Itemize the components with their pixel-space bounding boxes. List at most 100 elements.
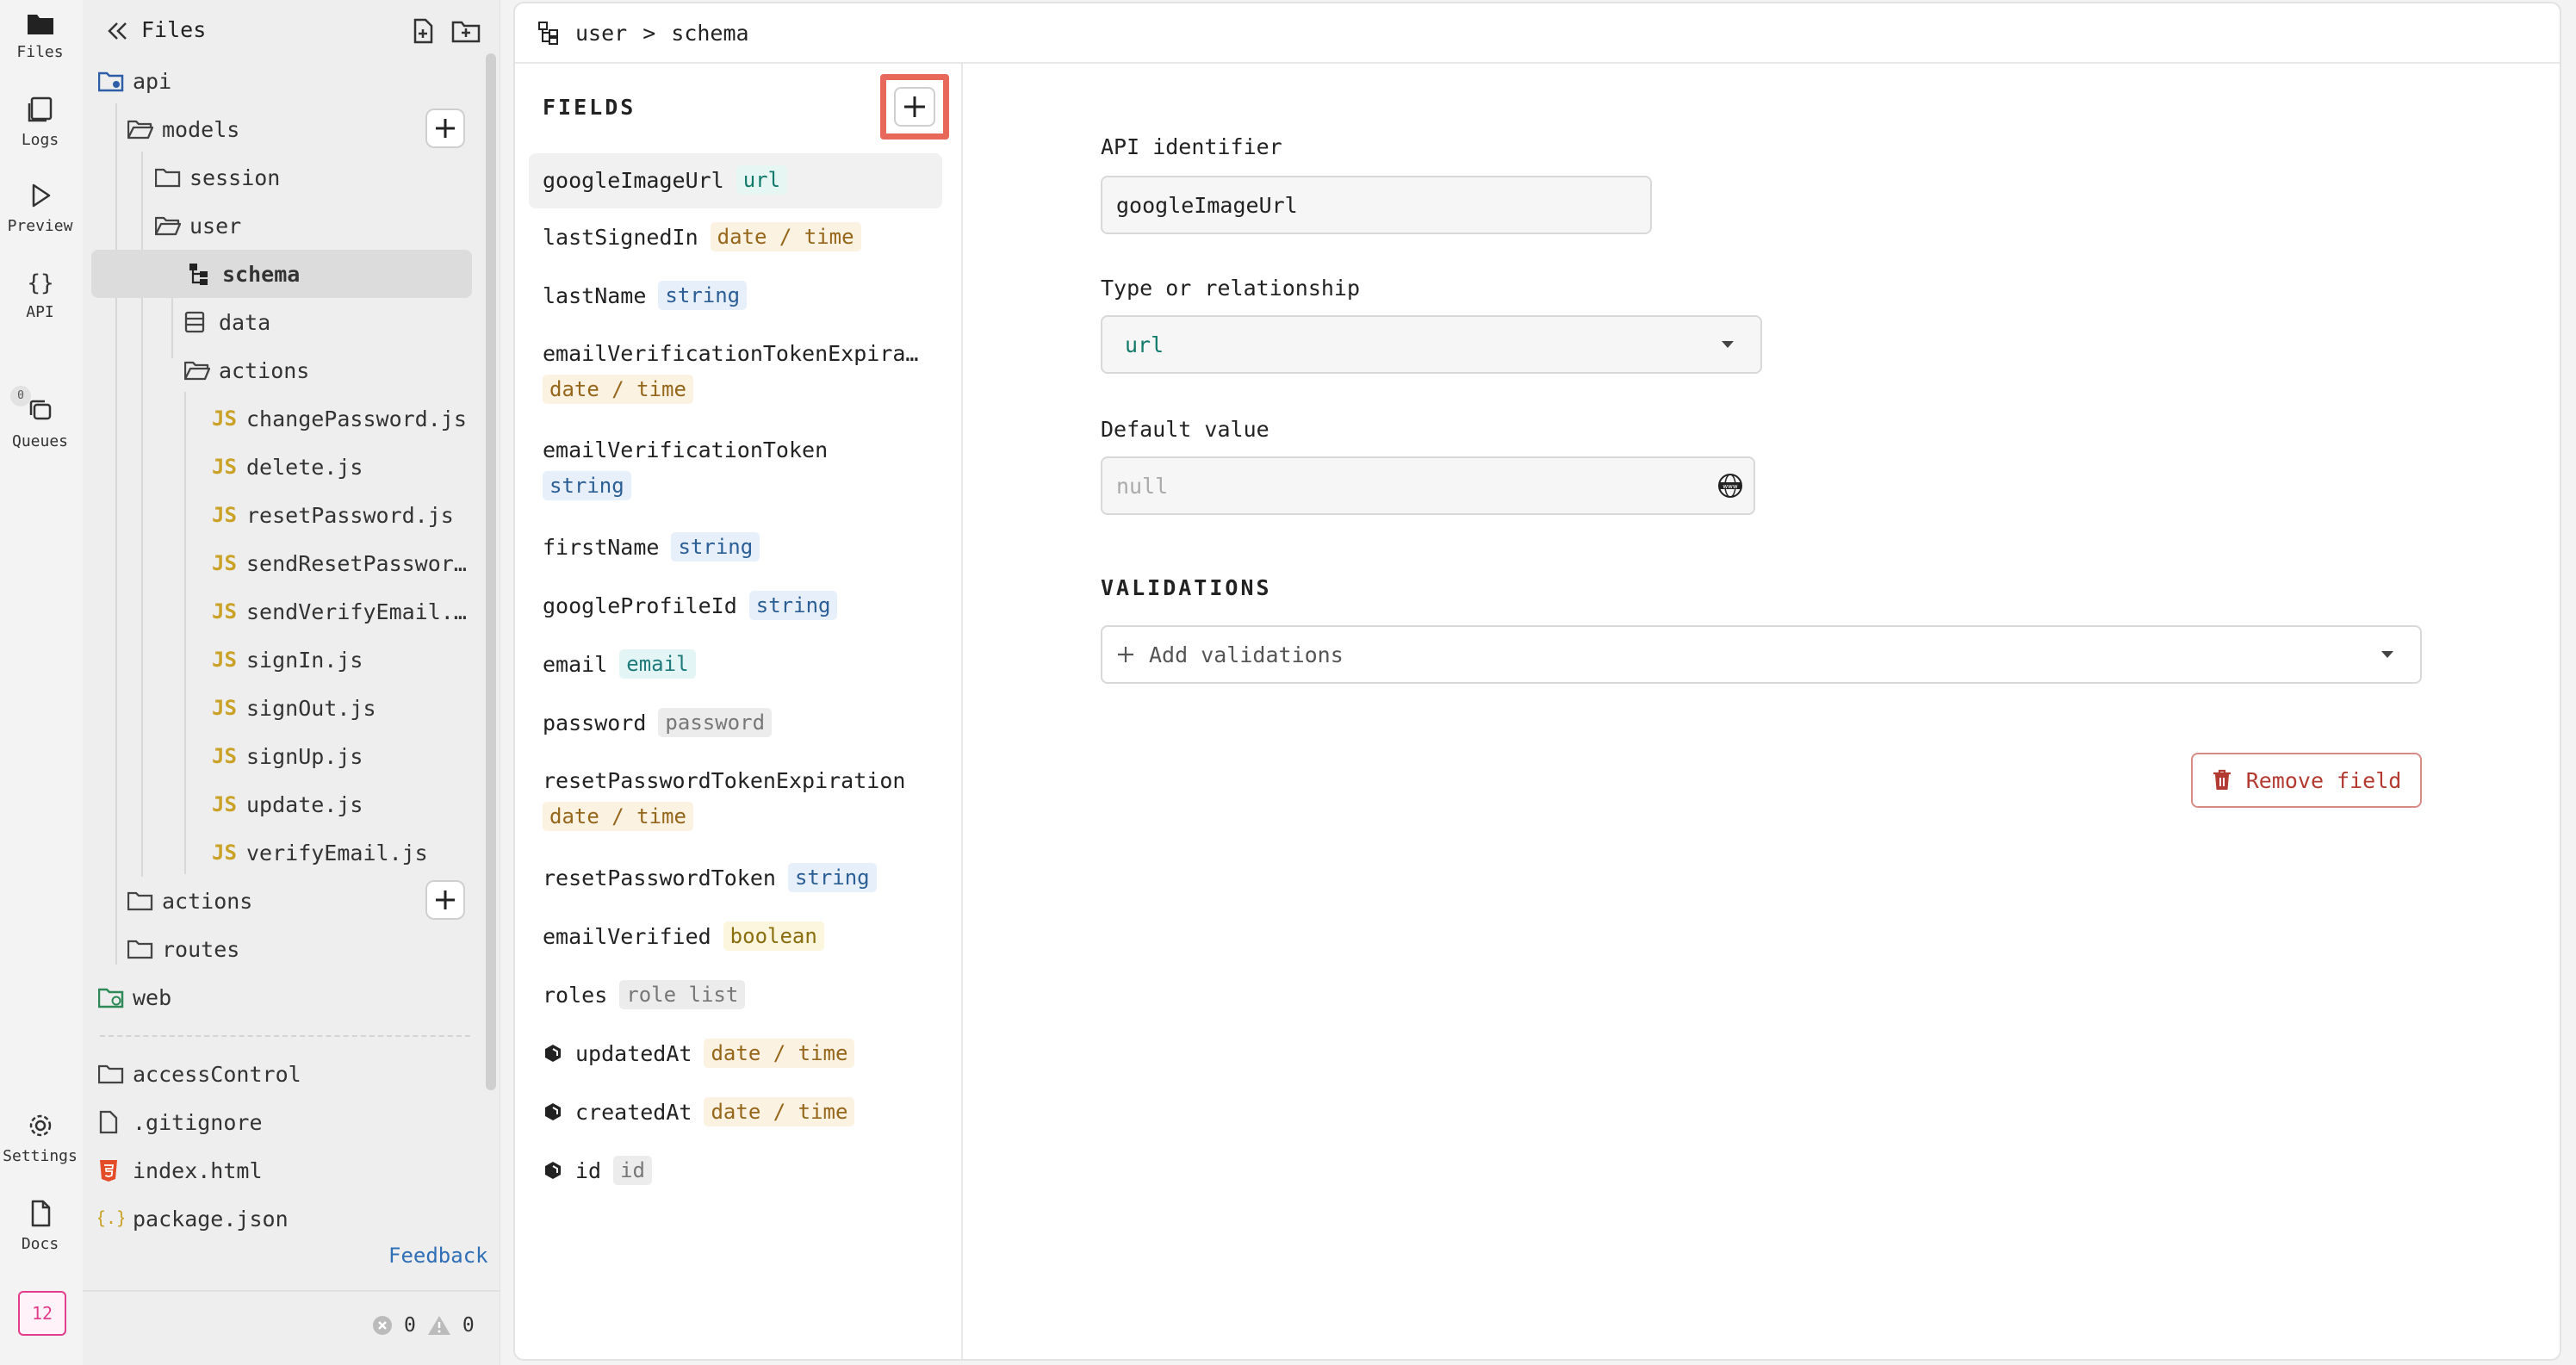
tree-item-label: signIn.js xyxy=(246,647,363,673)
collapse-icon[interactable] xyxy=(105,21,129,41)
field-item[interactable]: emailVerified boolean xyxy=(529,921,942,951)
table-icon xyxy=(184,311,205,333)
field-item[interactable]: createdAt date / time xyxy=(529,1097,942,1126)
tree-item-label: delete.js xyxy=(246,454,363,480)
rail-logs[interactable]: Logs xyxy=(0,95,80,149)
tree-item-routes[interactable]: routes xyxy=(127,925,472,973)
tree-item-data[interactable]: data xyxy=(184,298,469,346)
files-header: Files xyxy=(83,0,500,64)
tree-item-user[interactable]: user xyxy=(155,202,474,250)
tree-item-js-file[interactable]: JS verifyEmail.js xyxy=(212,828,479,877)
field-item[interactable]: googleProfileId string xyxy=(529,591,942,620)
tree-item-js-file[interactable]: JS update.js xyxy=(212,780,479,828)
tree-item-session[interactable]: session xyxy=(155,153,474,202)
schema-icon xyxy=(189,264,208,285)
field-name: email xyxy=(543,651,608,677)
left-rail: Files Logs Preview {} API 0 Queues Setti… xyxy=(0,0,80,1365)
new-file-icon[interactable] xyxy=(410,17,438,45)
feedback-link[interactable]: Feedback xyxy=(388,1244,488,1268)
field-name: resetPasswordToken xyxy=(543,865,776,890)
field-item[interactable]: id id xyxy=(529,1156,942,1185)
remove-field-button[interactable]: Remove field xyxy=(2191,753,2422,808)
js-icon: JS xyxy=(212,406,237,431)
field-item[interactable]: roles role list xyxy=(529,980,942,1009)
tree-guide xyxy=(115,103,117,965)
problems-status[interactable]: 0 0 xyxy=(371,1314,475,1337)
tree-item-js-file[interactable]: JS sendResetPasswor… xyxy=(212,539,479,587)
tree-item-js-file[interactable]: JS changePassword.js xyxy=(212,394,479,443)
field-item[interactable]: emailVerificationToken string xyxy=(529,437,942,500)
tree-item-schema[interactable]: schema xyxy=(91,250,472,298)
field-type-tag: date / time xyxy=(543,375,693,404)
field-item[interactable]: emailVerificationTokenExpira… date / tim… xyxy=(529,341,942,404)
tree-item-label: accessControl xyxy=(133,1061,301,1087)
field-item[interactable]: resetPasswordToken string xyxy=(529,863,942,892)
field-item[interactable]: firstName string xyxy=(529,532,942,562)
queues-icon xyxy=(29,400,51,420)
add-field-button[interactable] xyxy=(880,74,949,140)
rail-preview[interactable]: Preview xyxy=(0,181,80,235)
tree-item-web[interactable]: web xyxy=(98,973,469,1021)
rail-settings-label: Settings xyxy=(3,1147,78,1165)
folder-icon xyxy=(155,168,181,188)
field-item[interactable]: updatedAt date / time xyxy=(529,1039,942,1068)
tree-item-js-file[interactable]: JS signIn.js xyxy=(212,636,479,684)
schema-icon xyxy=(538,22,558,45)
tree-item-gitignore[interactable]: .gitignore xyxy=(98,1098,469,1146)
tree-item-label: schema xyxy=(222,261,301,287)
files-title: Files xyxy=(141,17,207,42)
rail-api[interactable]: {} API xyxy=(0,269,80,321)
tree-item-js-file[interactable]: JS resetPassword.js xyxy=(212,491,479,539)
field-item[interactable]: googleImageUrl url xyxy=(529,153,942,208)
add-validations-select[interactable]: Add validations xyxy=(1101,625,2422,684)
field-item[interactable]: password password xyxy=(529,708,942,737)
default-value-input[interactable]: null www xyxy=(1101,456,1755,515)
field-item[interactable]: email email xyxy=(529,649,942,679)
tree-item-label: models xyxy=(162,116,240,142)
add-model-button[interactable] xyxy=(425,109,465,148)
tree-item-actions[interactable]: actions xyxy=(184,346,469,394)
tree-item-accesscontrol[interactable]: accessControl xyxy=(98,1050,469,1098)
tree-item-label: index.html xyxy=(133,1157,263,1183)
tree-item-models[interactable]: models xyxy=(127,105,472,153)
rail-docs[interactable]: Docs xyxy=(0,1199,80,1253)
rail-queues[interactable]: Queues xyxy=(0,396,80,450)
type-select[interactable]: url xyxy=(1101,315,1762,374)
field-type-tag: role list xyxy=(619,980,746,1009)
js-icon: JS xyxy=(212,648,237,672)
tree-item-js-file[interactable]: JS signOut.js xyxy=(212,684,479,732)
breadcrumb-current: schema xyxy=(671,20,749,46)
json-icon: {.} xyxy=(98,1207,124,1228)
field-item[interactable]: lastSignedIn date / time xyxy=(529,222,942,251)
default-value-placeholder: null xyxy=(1116,473,1169,499)
files-scrollbar[interactable] xyxy=(486,53,496,1090)
rail-files[interactable]: Files xyxy=(0,10,80,61)
tree-item-label: session xyxy=(189,164,281,190)
field-item[interactable]: lastName string xyxy=(529,281,942,310)
field-name: roles xyxy=(543,982,608,1008)
type-label: Type or relationship xyxy=(1101,276,1361,301)
notifications-badge[interactable]: 12 xyxy=(18,1291,66,1336)
field-item[interactable]: resetPasswordTokenExpiration date / time xyxy=(529,768,942,831)
tree-item-js-file[interactable]: JS signUp.js xyxy=(212,732,479,780)
tree-item-index-html[interactable]: index.html xyxy=(98,1146,469,1194)
rail-files-label: Files xyxy=(16,43,64,61)
field-name: firstName xyxy=(543,534,660,560)
js-icon: JS xyxy=(212,696,237,720)
rail-logs-label: Logs xyxy=(21,131,59,149)
tree-item-actions-root[interactable]: actions xyxy=(127,877,472,925)
tree-item-api[interactable]: api xyxy=(98,57,469,105)
tree-item-js-file[interactable]: JS sendVerifyEmail.… xyxy=(212,587,479,636)
field-type-tag: url xyxy=(736,165,788,195)
tree-item-js-file[interactable]: JS delete.js xyxy=(212,443,479,491)
field-type-tag: date / time xyxy=(704,1097,855,1126)
tree-item-label: verifyEmail.js xyxy=(246,840,428,866)
api-identifier-input[interactable]: googleImageUrl xyxy=(1101,176,1652,234)
doc-icon xyxy=(31,1200,50,1227)
tree-item-package-json[interactable]: {.} package.json xyxy=(98,1194,469,1232)
field-type-tag: id xyxy=(613,1156,653,1185)
rail-settings[interactable]: Settings xyxy=(0,1111,80,1165)
breadcrumb-parent[interactable]: user xyxy=(575,21,627,46)
new-folder-icon[interactable] xyxy=(451,17,481,45)
add-action-button[interactable] xyxy=(425,880,465,920)
